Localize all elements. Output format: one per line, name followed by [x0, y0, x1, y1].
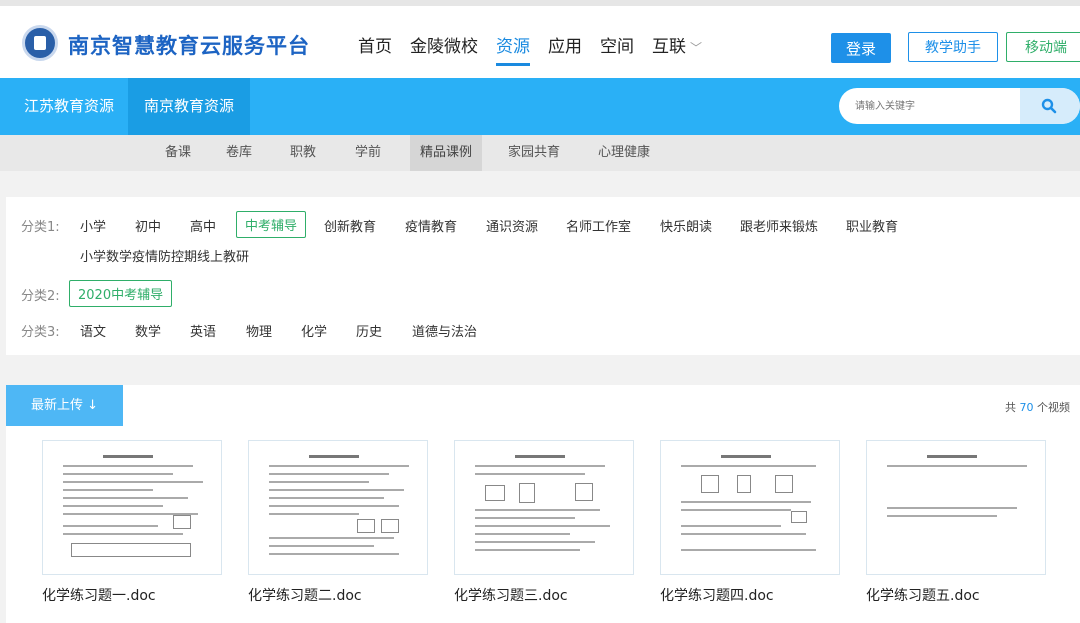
nav-interconnect-label: 互联 [652, 37, 686, 57]
sort-label: 最新上传 [30, 398, 83, 413]
resource-title[interactable]: 化学练习题一.doc [42, 585, 222, 605]
result-count: 共 70 个视频 [1005, 399, 1070, 415]
nav-jinling-microschool[interactable]: 金陵微校 [410, 32, 478, 66]
resource-card[interactable]: 化学练习题四.doc [660, 440, 840, 605]
school-logo-icon[interactable] [22, 25, 58, 61]
filter-option[interactable]: 数学 [135, 321, 161, 340]
filter-option[interactable]: 快乐朗读 [660, 216, 712, 235]
document-thumbnail[interactable] [660, 440, 840, 575]
filter-option-selected[interactable]: 中考辅导 [236, 211, 307, 238]
filter-label-1: 分类1: [21, 220, 60, 235]
chevron-down-icon: ﹀ [690, 41, 703, 55]
search-box [839, 88, 1080, 124]
filter-option[interactable]: 历史 [356, 321, 382, 340]
document-thumbnail[interactable] [42, 440, 222, 575]
filter-option[interactable]: 高中 [190, 216, 216, 235]
filter-option[interactable]: 通识资源 [486, 216, 538, 235]
subnav-exam-bank[interactable]: 卷库 [226, 135, 252, 171]
search-button[interactable] [1020, 88, 1080, 124]
count-number: 70 [1019, 401, 1034, 414]
filter-row-2: 分类2: [21, 285, 60, 304]
filter-row-3: 分类3: [21, 321, 60, 340]
nav-apps[interactable]: 应用 [548, 32, 582, 66]
resource-title[interactable]: 化学练习题四.doc [660, 585, 840, 605]
search-input[interactable] [855, 97, 1015, 115]
filter-option[interactable]: 道德与法治 [412, 321, 477, 340]
filter-option[interactable]: 小学数学疫情防控期线上教研 [80, 246, 249, 265]
resource-card[interactable]: 化学练习题五.doc [866, 440, 1046, 605]
filter-row-1: 分类1: [21, 216, 60, 235]
filter-option[interactable]: 跟老师来锻炼 [740, 216, 818, 235]
resource-title[interactable]: 化学练习题五.doc [866, 585, 1046, 605]
filter-option[interactable]: 创新教育 [324, 216, 376, 235]
teaching-assistant-button[interactable]: 教学助手 [908, 32, 998, 62]
resource-title[interactable]: 化学练习题二.doc [248, 585, 428, 605]
filter-option-selected[interactable]: 2020中考辅导 [69, 280, 173, 307]
filter-option[interactable]: 化学 [301, 321, 327, 340]
nav-resources[interactable]: 资源 [496, 32, 530, 66]
subnav-vocational[interactable]: 职教 [290, 135, 316, 171]
count-suffix: 个视频 [1037, 401, 1070, 414]
nav-space[interactable]: 空间 [600, 32, 634, 66]
subnav-home-school[interactable]: 家园共育 [508, 135, 560, 171]
document-thumbnail[interactable] [454, 440, 634, 575]
subnav-preschool[interactable]: 学前 [355, 135, 381, 171]
subnav-lesson-prep[interactable]: 备课 [165, 135, 191, 171]
filter-panel: 分类1: 小学 初中 高中 中考辅导 创新教育 疫情教育 通识资源 名师工作室 … [6, 197, 1080, 355]
subnav-mental-health[interactable]: 心理健康 [598, 135, 650, 171]
tab-nanjing-resources[interactable]: 南京教育资源 [128, 78, 250, 135]
top-header: 南京智慧教育云服务平台 首页 金陵微校 资源 应用 空间 互联 ﹀ 登录 教学助手… [0, 0, 1080, 78]
filter-option[interactable]: 物理 [246, 321, 272, 340]
resource-card[interactable]: 化学练习题三.doc [454, 440, 634, 605]
filter-option[interactable]: 名师工作室 [566, 216, 631, 235]
filter-option[interactable]: 初中 [135, 216, 161, 235]
document-thumbnail[interactable] [866, 440, 1046, 575]
nav-home[interactable]: 首页 [358, 32, 392, 66]
mobile-button[interactable]: 移动端 [1006, 32, 1080, 62]
filter-option[interactable]: 小学 [80, 216, 106, 235]
tab-jiangsu-resources[interactable]: 江苏教育资源 [6, 78, 132, 135]
filter-option[interactable]: 职业教育 [846, 216, 898, 235]
filter-label-2: 分类2: [21, 289, 60, 304]
filter-option[interactable]: 疫情教育 [405, 216, 457, 235]
resource-card[interactable]: 化学练习题一.doc [42, 440, 222, 605]
platform-title[interactable]: 南京智慧教育云服务平台 [68, 30, 310, 60]
filter-option[interactable]: 语文 [80, 321, 106, 340]
resource-card[interactable]: 化学练习题二.doc [248, 440, 428, 605]
nav-interconnect[interactable]: 互联 ﹀ [652, 32, 702, 66]
document-thumbnail[interactable] [248, 440, 428, 575]
main-nav: 首页 金陵微校 资源 应用 空间 互联 ﹀ [358, 32, 720, 66]
category-subnav: 备课 卷库 职教 学前 精品课例 家园共育 心理健康 [0, 135, 1080, 171]
count-prefix: 共 [1005, 401, 1016, 414]
results-panel: 最新上传 ↓ 共 70 个视频 化学练习题一.doc 化学练习题二.doc 化学… [6, 385, 1080, 623]
filter-label-3: 分类3: [21, 325, 60, 340]
sort-latest-button[interactable]: 最新上传 ↓ [6, 385, 123, 426]
filter-option[interactable]: 英语 [190, 321, 216, 340]
resource-title[interactable]: 化学练习题三.doc [454, 585, 634, 605]
search-icon [1041, 98, 1057, 114]
login-button[interactable]: 登录 [831, 33, 891, 63]
arrow-down-icon: ↓ [87, 398, 99, 413]
subnav-featured-lessons[interactable]: 精品课例 [410, 135, 483, 171]
